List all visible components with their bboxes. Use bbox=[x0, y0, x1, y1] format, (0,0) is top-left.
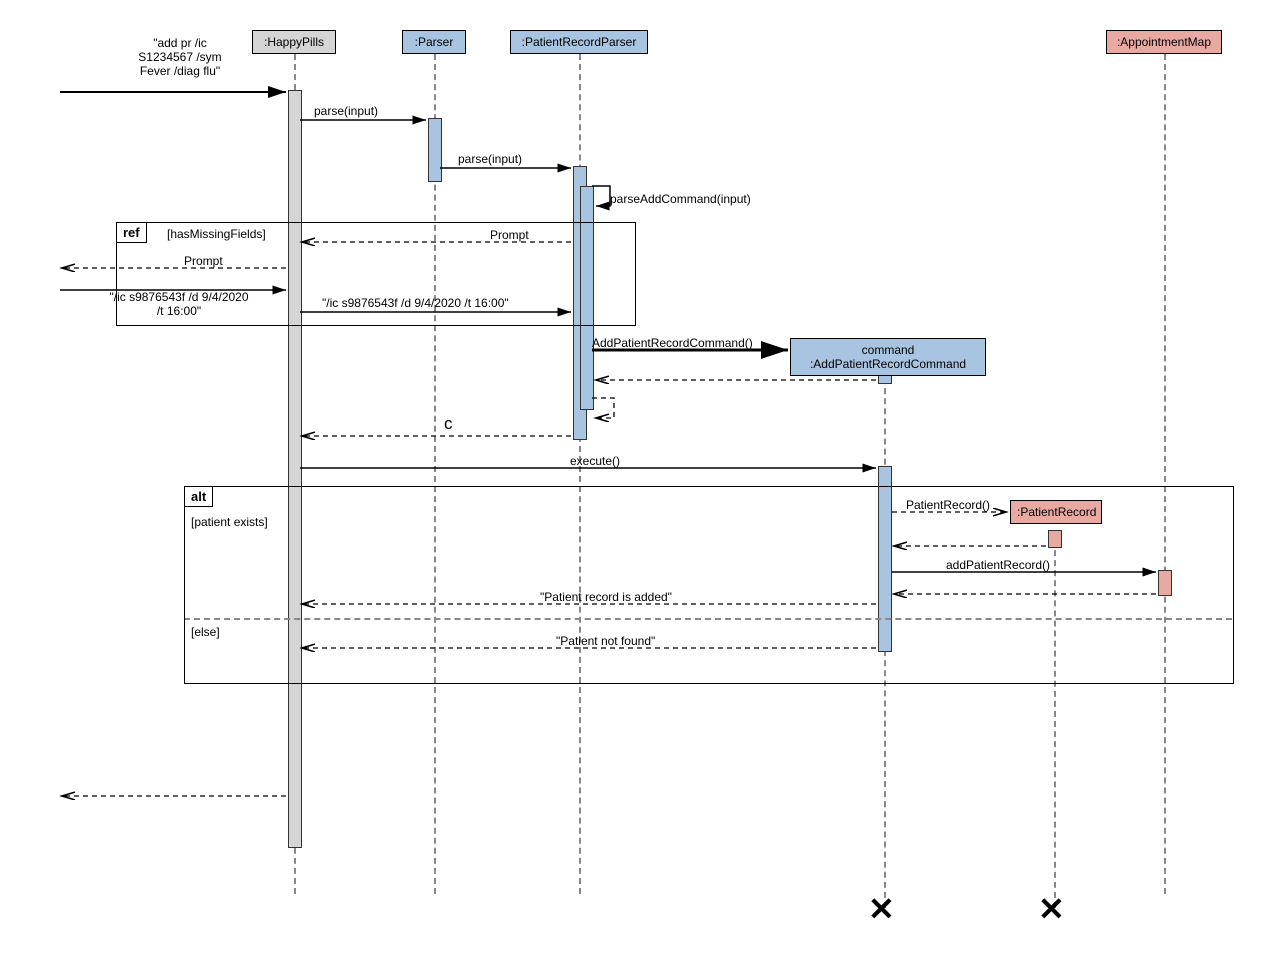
lifeline-happypills: :HappyPills bbox=[252, 30, 336, 54]
sequence-diagram: :HappyPills :Parser :PatientRecordParser… bbox=[0, 0, 1262, 979]
lifeline-patientrecordparser: :PatientRecordParser bbox=[510, 30, 648, 54]
msg-execute: execute() bbox=[570, 454, 620, 468]
msg-input: "add pr /ic S1234567 /sym Fever /diag fl… bbox=[120, 36, 240, 78]
fragment-alt: alt [patient exists] [else] bbox=[184, 486, 1234, 684]
activation-happypills bbox=[288, 90, 302, 848]
lifeline-dash-appmap bbox=[1164, 54, 1166, 894]
alt-if-condition: [patient exists] bbox=[191, 515, 268, 529]
msg-c: c bbox=[444, 414, 453, 434]
destroy-patientrecord: ✕ bbox=[1038, 890, 1065, 928]
lifeline-appointmentmap: :AppointmentMap bbox=[1106, 30, 1222, 54]
destroy-command: ✕ bbox=[868, 890, 895, 928]
msg-parse2: parse(input) bbox=[458, 152, 522, 166]
lifeline-parser: :Parser bbox=[402, 30, 466, 54]
msg-parse1: parse(input) bbox=[314, 104, 378, 118]
alt-else-condition: [else] bbox=[191, 625, 220, 639]
lifeline-command: command :AddPatientRecordCommand bbox=[790, 338, 986, 376]
activation-parser bbox=[428, 118, 442, 182]
msg-addprcmd: AddPatientRecordCommand() bbox=[592, 336, 753, 350]
ref-label: ref bbox=[117, 223, 147, 243]
fragment-ref: ref [hasMissingFields] bbox=[116, 222, 636, 326]
msg-parseadd: parseAddCommand(input) bbox=[610, 192, 751, 206]
ref-condition: [hasMissingFields] bbox=[167, 227, 266, 241]
alt-label: alt bbox=[185, 487, 213, 507]
